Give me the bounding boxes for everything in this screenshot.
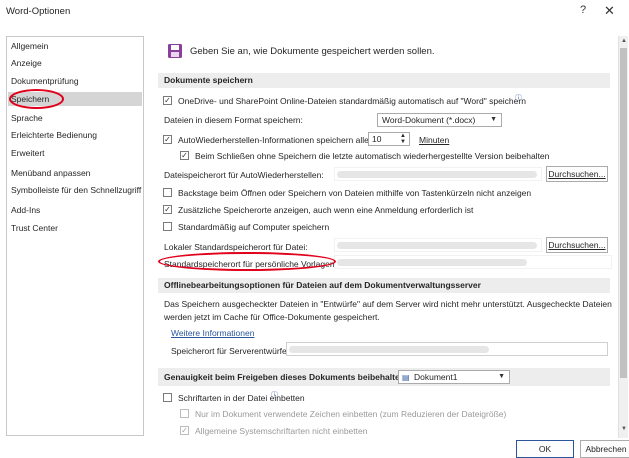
more-info-link[interactable]: Weitere Informationen [171,328,254,338]
scroll-down-icon[interactable]: ▼ [621,426,627,432]
spinner-arrows-icon[interactable]: ▲ ▼ [400,133,406,145]
scroll-thumb[interactable] [620,48,627,378]
page-header: Geben Sie an, wie Dokumente gespeichert … [190,46,435,57]
nav-item-schnellzugriff[interactable]: Symbolleiste für den Schnellzugriff [11,185,141,195]
autorecover-minutes-input[interactable]: 10 ▲ ▼ [368,132,410,146]
autorecover-location-input[interactable] [334,167,542,181]
default-computer-checkbox[interactable] [163,222,172,231]
redacted-path [337,242,537,249]
section-heading-save: Dokumente speichern [158,73,610,88]
server-drafts-input[interactable] [286,342,608,356]
backstage-checkbox[interactable] [163,188,172,197]
nav-item-trust-center[interactable]: Trust Center [11,223,58,233]
title-bar: Word-Optionen ? ✕ [0,0,629,24]
onedrive-checkbox[interactable]: ✓ [163,96,172,105]
close-button[interactable]: ✕ [604,3,615,19]
nav-item-anzeige[interactable]: Anzeige [11,58,42,68]
embed-used-checkbox[interactable] [180,409,189,418]
embed-fonts-label: Schriftarten in der Datei einbetten [178,393,305,403]
document-value: Dokument1 [414,372,458,382]
autorecover-checkbox[interactable]: ✓ [163,135,172,144]
autorecover-location-label: Dateispeicherort für AutoWiederherstelle… [164,170,324,180]
nav-item-erweitert[interactable]: Erweitert [11,148,45,158]
browse-local-button[interactable]: Durchsuchen... [546,237,608,253]
backstage-label: Backstage beim Öffnen oder Speichern von… [178,188,532,198]
help-button[interactable]: ? [580,4,586,16]
embed-used-label: Nur im Dokument verwendete Zeichen einbe… [195,409,507,419]
local-default-input[interactable] [334,238,542,252]
ok-button[interactable]: OK [516,440,574,458]
format-value: Word-Dokument (*.docx) [382,115,476,125]
keep-last-label: Beim Schließen ohne Speichern die letzte… [195,151,550,161]
nav-item-add-ins[interactable]: Add-Ins [11,205,40,215]
offline-desc-line1: Das Speichern ausgecheckter Dateien in "… [164,299,612,309]
local-default-label: Lokaler Standardspeicherort für Datei: [164,242,308,252]
additional-locations-checkbox[interactable]: ✓ [163,205,172,214]
format-select[interactable]: Word-Dokument (*.docx) ▼ [377,113,502,127]
annotation-ellipse-speichern [9,89,64,109]
options-content: Geben Sie an, wie Dokumente gespeichert … [154,36,618,438]
scroll-up-icon[interactable]: ▲ [621,38,627,44]
default-computer-label: Standardmäßig auf Computer speichern [178,222,330,232]
additional-locations-label: Zusätzliche Speicherorte anzeigen, auch … [178,205,474,215]
format-label: Dateien in diesem Format speichern: [164,115,303,125]
server-drafts-label: Speicherort für Serverentwürfe: [171,346,290,356]
document-select[interactable]: ▤ Dokument1 ▼ [398,370,510,384]
nav-item-allgemein[interactable]: Allgemein [11,41,48,51]
personal-templates-input[interactable] [334,255,612,269]
chevron-down-icon: ▼ [490,116,497,123]
browse-autorecover-button[interactable]: Durchsuchen... [546,166,608,182]
offline-desc-line2: werden jetzt im Cache für Office-Dokumen… [164,312,380,322]
fidelity-heading-text: Genauigkeit beim Freigeben dieses Dokume… [164,372,408,382]
window-title: Word-Optionen [6,6,71,17]
annotation-ellipse-personal-templates [158,252,336,271]
redacted-path [337,171,537,178]
info-icon[interactable]: ⓘ [271,390,278,400]
nav-item-sprache[interactable]: Sprache [11,113,43,123]
word-document-icon: ▤ [402,373,410,382]
redacted-path [289,346,489,353]
no-common-fonts-label: Allgemeine Systemschriftarten nicht einb… [195,426,368,436]
nav-item-dokumentpruefung[interactable]: Dokumentprüfung [11,76,79,86]
embed-fonts-checkbox[interactable] [163,393,172,402]
no-common-fonts-checkbox[interactable]: ✓ [180,426,189,435]
save-icon [168,44,182,58]
keep-last-checkbox[interactable]: ✓ [180,151,189,160]
chevron-down-icon: ▼ [498,373,505,380]
info-icon[interactable]: ⓘ [515,93,522,103]
cancel-button[interactable]: Abbrechen [580,440,629,458]
content-scrollbar[interactable]: ▲ ▼ [618,36,628,438]
onedrive-label: OneDrive- und SharePoint Online-Dateien … [178,96,526,106]
autorecover-label: AutoWiederherstellen-Informationen speic… [178,135,369,145]
section-heading-fidelity: Genauigkeit beim Freigeben dieses Dokume… [158,368,610,386]
nav-item-menueband-anpassen[interactable]: Menüband anpassen [11,168,90,178]
minutes-label: Minuten [419,135,450,145]
redacted-path [337,259,527,266]
nav-item-erleichterte-bedienung[interactable]: Erleichterte Bedienung [11,130,97,140]
autorecover-minutes-value: 10 [372,134,382,144]
section-heading-offline: Offlinebearbeitungsoptionen für Dateien … [158,278,610,293]
